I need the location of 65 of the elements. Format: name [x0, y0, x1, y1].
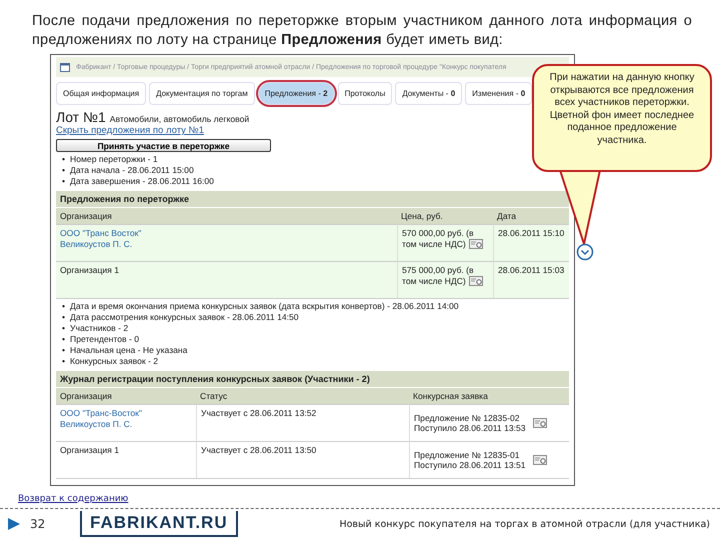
tab[interactable]: Предложения - 2 — [258, 82, 335, 105]
price: 575 000,00 руб. (в том числе НДС) — [402, 265, 474, 286]
retrade-fact: Дата завершения - 28.06.2011 16:00 — [70, 176, 214, 187]
back-to-contents-link[interactable]: Возврат к содержанию — [18, 494, 128, 504]
organization-name[interactable]: ООО "Транс-Восток" — [60, 408, 192, 418]
tab[interactable]: Документация по торгам — [149, 82, 255, 105]
bullet: • — [62, 356, 66, 367]
bullet: • — [62, 154, 66, 165]
table-cell: Участвует с 28.06.2011 13:50 — [196, 441, 409, 478]
bullet: • — [62, 301, 66, 312]
logo: FABRIKANT.RU — [80, 511, 238, 538]
lot-fact: Претендентов - 0 — [70, 334, 139, 345]
retrade-fact: Дата начала - 28.06.2011 15:00 — [70, 165, 194, 176]
page-number: 32 — [30, 517, 46, 532]
column-header: Конкурсная заявка — [409, 387, 569, 404]
column-header: Дата — [493, 207, 569, 224]
table-cell: 28.06.2011 15:03 — [493, 261, 569, 298]
lot-fact: Дата и время окончания приема конкурсных заявок (дата вскрытия конвертов) - 28.06.2011 14:00 — [70, 301, 459, 312]
received-date: Поступило 28.06.2011 13:51 — [414, 460, 526, 470]
contact-name[interactable]: Великоустов П. С. — [60, 418, 192, 429]
lot-fact: Конкурсных заявок - 2 — [70, 356, 158, 367]
join-retrade-button[interactable]: Принять участие в переторжке — [56, 139, 271, 152]
column-header: Статус — [196, 387, 409, 404]
tab[interactable]: Протоколы — [338, 82, 392, 105]
expand-icon[interactable] — [576, 243, 594, 261]
contact-name[interactable]: Великоустов П. С. — [60, 238, 393, 249]
received-date: Поступило 28.06.2011 13:53 — [414, 423, 526, 434]
column-header: Организация — [56, 207, 397, 224]
callout: При нажатии на данную кнопку открываются все предложения всех участников переторжки. Цветной фон имеет последнее поданное предложение участника. — [532, 64, 712, 172]
lot-name: Автомобили, автомобиль легковой — [110, 114, 250, 124]
table-title: Журнал регистрации поступления конкурсных заявок (Участники - 2) — [56, 371, 569, 387]
intro-paragraph: После подачи предложения по переторжке вторым участником данного лота информация о предложениях по лоту на странице Предложения будет иметь вид: — [32, 12, 692, 50]
hide-offers-link[interactable]: Скрыть предложения по лоту №1 — [56, 125, 204, 136]
organization-name[interactable]: ООО "Транс Восток" — [60, 228, 393, 238]
window-icon — [60, 62, 70, 72]
tab[interactable]: Документы - 0 — [395, 82, 462, 105]
bullet: • — [62, 334, 66, 345]
bullet: • — [62, 312, 66, 323]
tab[interactable]: Изменения - 0 — [465, 82, 532, 105]
table-title: Предложения по переторжке — [56, 191, 569, 207]
organization-name: Организация 1 — [60, 445, 120, 456]
bullet: • — [62, 323, 66, 334]
certificate-icon[interactable] — [468, 276, 483, 286]
organization-name: Организация 1 — [60, 265, 120, 276]
lot-number: Лот №1 — [56, 109, 106, 125]
offer-number: Предложение № 12835-02 — [414, 412, 521, 423]
lot-fact: Дата рассмотрения конкурсных заявок - 28.06.2011 14:50 — [70, 312, 299, 323]
table-cell: Участвует с 28.06.2011 13:52 — [196, 404, 409, 441]
retrade-fact: Номер переторжки - 1 — [70, 154, 158, 165]
offer-number: Предложение № 12835-01 — [414, 450, 521, 460]
triangle-icon — [8, 518, 20, 530]
lot-fact: Начальная цена - Не указана — [70, 345, 188, 356]
bullet: • — [62, 165, 66, 176]
column-header: Организация — [56, 387, 196, 404]
tab[interactable]: Общая информация — [56, 82, 146, 105]
certificate-icon[interactable] — [532, 455, 547, 465]
footer-caption: Новый конкурс покупателя на торгах в атомной отрасли (для участника) — [339, 518, 710, 530]
column-header: Цена, руб. — [397, 207, 493, 224]
certificate-icon[interactable] — [532, 418, 547, 428]
bullet: • — [62, 345, 66, 356]
table-cell: 28.06.2011 15:10 — [493, 224, 569, 261]
certificate-icon[interactable] — [468, 239, 483, 250]
lot-fact: Участников - 2 — [70, 323, 128, 334]
bullet: • — [62, 176, 66, 187]
price: 570 000,00 руб. (в том числе НДС) — [402, 228, 474, 248]
